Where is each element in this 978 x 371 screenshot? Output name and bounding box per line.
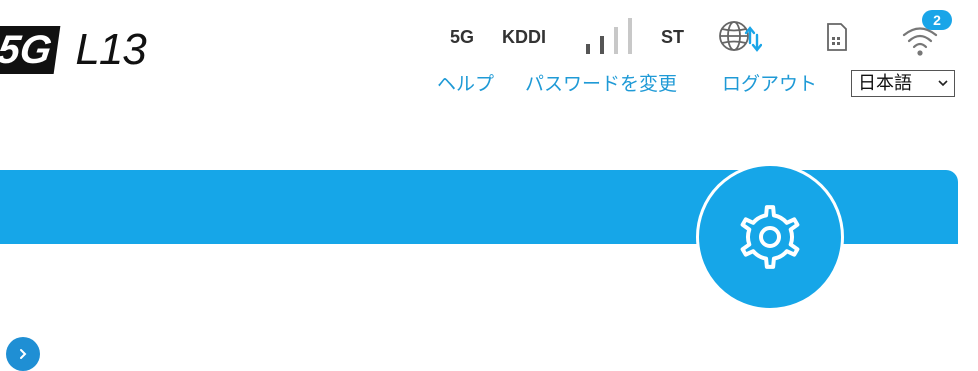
brand-logo: 5G L13: [0, 22, 147, 78]
language-selected-value: 日本語: [858, 73, 912, 94]
chevron-right-icon: [20, 349, 27, 359]
carrier-label: KDDI: [502, 27, 546, 47]
signal-bar: [628, 18, 632, 54]
logo-5g-badge: 5G: [0, 26, 61, 74]
status-bar: 5G KDDI ST 2: [440, 10, 960, 60]
signal-bar: [600, 36, 604, 54]
wifi-clients-badge: 2: [922, 10, 952, 30]
st-label: ST: [661, 27, 685, 47]
logo-model-name: L13: [75, 25, 146, 74]
signal-bar: [586, 44, 590, 54]
language-select[interactable]: 日本語: [851, 70, 955, 97]
gear-icon: [740, 205, 800, 269]
sim-card-icon: [826, 22, 848, 52]
chevron-down-icon: [938, 80, 948, 87]
change-password-link[interactable]: パスワードを変更: [525, 70, 677, 98]
signal-strength-icon: [586, 18, 634, 54]
logout-link[interactable]: ログアウト: [722, 70, 817, 98]
settings-button[interactable]: [696, 163, 844, 311]
expand-button[interactable]: [6, 337, 40, 371]
signal-bar: [614, 27, 618, 54]
network-type-label: 5G: [450, 27, 475, 47]
help-link[interactable]: ヘルプ: [437, 70, 494, 98]
globe-data-icon: [718, 19, 763, 55]
